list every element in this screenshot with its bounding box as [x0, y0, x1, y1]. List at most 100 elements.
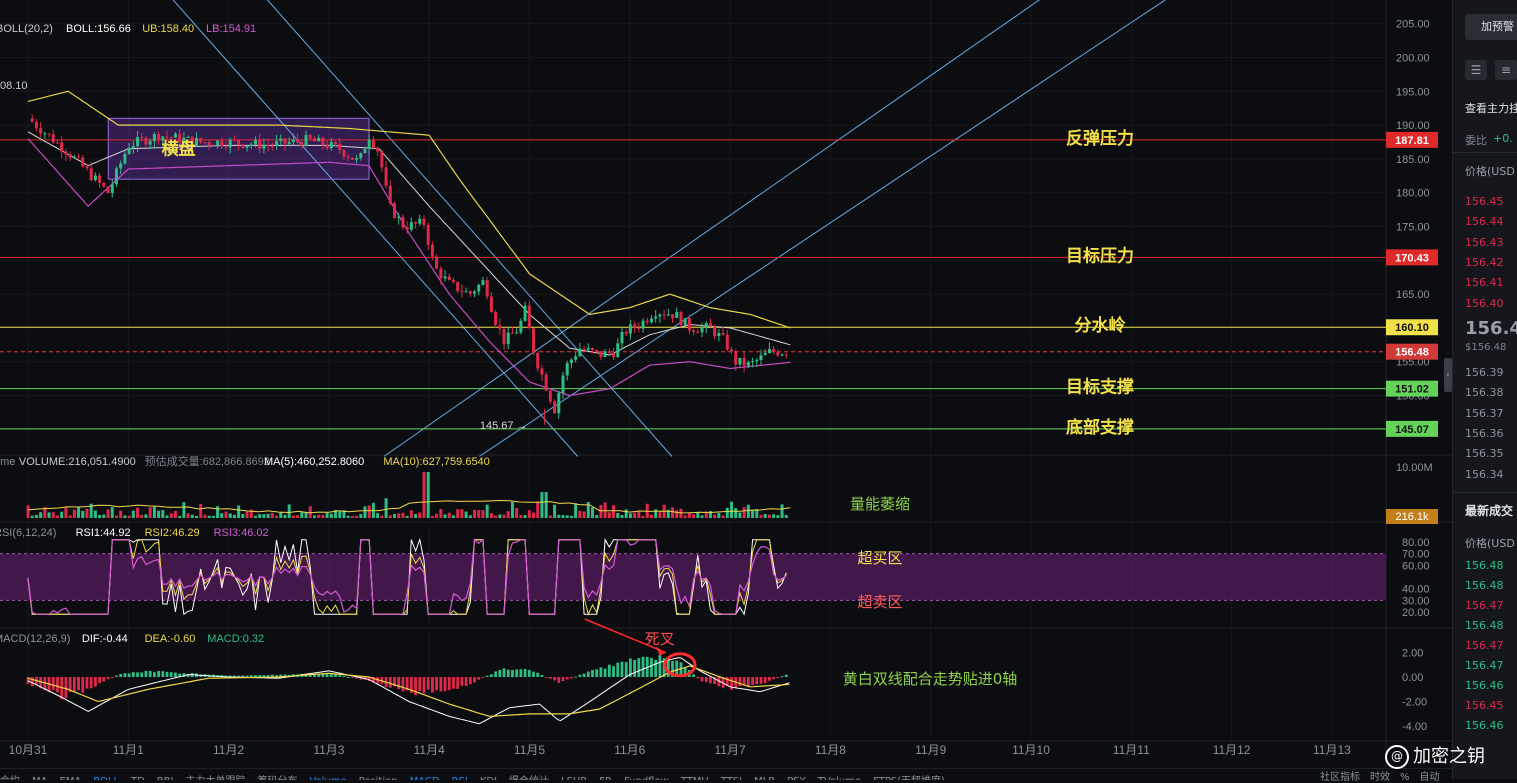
price-tick-label: 165.00	[1396, 289, 1430, 301]
candle-body	[216, 140, 220, 146]
candle-body	[338, 144, 342, 151]
orderbook-both-icon[interactable]: ☰	[1465, 60, 1487, 80]
volume-bar	[232, 514, 236, 518]
volume-bar	[700, 515, 704, 518]
indicator-toggle[interactable]: 筹码分布	[257, 776, 297, 780]
trade-price-row: 156.48	[1465, 579, 1504, 592]
bid-price-row[interactable]: 156.34	[1465, 468, 1504, 481]
indicator-toggle[interactable]: BOLL	[93, 776, 119, 780]
volume-bar	[641, 515, 645, 518]
volume-bar	[582, 511, 586, 518]
volume-bar	[270, 512, 274, 518]
toolbar-option[interactable]: 时效	[1370, 772, 1390, 783]
panel-collapse-handle[interactable]: ‹	[1444, 358, 1452, 392]
candle-body	[283, 138, 287, 144]
macd-histogram-bar	[350, 677, 354, 678]
candle-body	[296, 139, 300, 143]
volume-bar	[51, 512, 55, 518]
candle-body	[666, 314, 670, 316]
volume-bar	[161, 510, 165, 518]
bid-price-row[interactable]: 156.35	[1465, 447, 1504, 460]
ask-price-row[interactable]: 156.44	[1465, 215, 1504, 228]
indicator-toggle[interactable]: Volume	[309, 776, 346, 780]
rsi-tick-label: 60.00	[1402, 560, 1430, 572]
toolbar-option[interactable]: %	[1400, 772, 1410, 783]
volume-bar	[266, 513, 270, 518]
macd-histogram-bar	[426, 677, 430, 690]
volume-bar	[241, 513, 245, 518]
volume-bar	[388, 515, 392, 518]
candle-body	[422, 218, 426, 225]
indicator-toggle[interactable]: TD	[131, 776, 145, 780]
macd-histogram-bar	[443, 677, 447, 692]
trade-price-row: 156.47	[1465, 659, 1504, 672]
toolbar-option[interactable]: 社区指标	[1320, 772, 1360, 783]
indicator-toggle[interactable]: Fundflow	[624, 776, 669, 780]
volume-bar	[93, 510, 97, 518]
volume-bar	[245, 511, 249, 518]
ask-price-row[interactable]: 156.42	[1465, 256, 1504, 269]
volume-header-item: ume	[0, 456, 15, 468]
indicator-toggle[interactable]: Position	[359, 776, 398, 780]
volume-bar	[544, 492, 548, 518]
indicator-toggle[interactable]: FR	[599, 776, 612, 780]
indicator-toggle[interactable]: EMA	[59, 776, 81, 780]
candle-body	[39, 128, 43, 134]
orderbook-list-icon[interactable]: ≡	[1495, 60, 1517, 80]
volume-bar	[519, 515, 523, 518]
bid-price-row[interactable]: 156.37	[1465, 407, 1504, 420]
date-tick-label: 11月12	[1213, 743, 1251, 757]
toolbar-option[interactable]: 自动	[1420, 772, 1440, 783]
indicator-toggle[interactable]: MACD	[410, 776, 440, 780]
indicator-toggle[interactable]: 合约	[0, 776, 20, 780]
bid-price-row[interactable]: 156.38	[1465, 386, 1504, 399]
candle-body	[772, 349, 776, 352]
candle-body	[776, 351, 780, 356]
ask-price-row[interactable]: 156.41	[1465, 276, 1504, 289]
indicator-toggle[interactable]: TTSI	[721, 776, 742, 780]
candle-body	[755, 359, 759, 362]
rsi-oversold-note: 超卖区	[857, 593, 902, 611]
macd-histogram-bar	[110, 677, 114, 678]
indicator-toggle[interactable]: KDJ	[480, 776, 497, 780]
candle-body	[607, 351, 611, 353]
candle-body	[418, 218, 422, 224]
volume-bar	[498, 514, 502, 518]
volume-bar	[409, 510, 413, 518]
volume-bar	[502, 514, 506, 518]
indicator-toggle[interactable]: RSI	[452, 776, 468, 780]
macd-annotation: 黄白双线配合走势贴进0轴	[843, 670, 1018, 688]
indicator-toggle[interactable]: FTPS(天秤维度)	[873, 776, 945, 780]
volume-bar	[477, 510, 481, 518]
volume-bar	[473, 509, 477, 518]
candle-body	[481, 280, 485, 285]
bid-price-row[interactable]: 156.39	[1465, 366, 1504, 379]
volume-bar	[64, 507, 68, 518]
indicator-toggle[interactable]: TTMU	[681, 776, 709, 780]
indicator-toggle[interactable]: MA	[32, 776, 47, 780]
volume-bar	[713, 514, 717, 518]
indicator-toggle[interactable]: MLR	[754, 776, 775, 780]
rsi-header-item: RSI3:46.02	[214, 527, 269, 539]
ask-price-row[interactable]: 156.45	[1465, 195, 1504, 208]
price-tick-label: 195.00	[1396, 86, 1430, 98]
ask-price-row[interactable]: 156.40	[1465, 297, 1504, 310]
bid-price-row[interactable]: 156.36	[1465, 427, 1504, 440]
candle-body	[763, 352, 767, 356]
macd-histogram-bar	[439, 677, 443, 692]
candle-body	[72, 156, 76, 158]
volume-bar	[565, 515, 569, 518]
candle-body	[224, 146, 228, 148]
indicator-toggle[interactable]: 爆仓统计	[509, 776, 549, 780]
volume-bar	[401, 512, 405, 518]
indicator-toggle[interactable]: TVolume	[818, 776, 861, 780]
indicator-toggle[interactable]: BBI	[157, 776, 174, 780]
indicator-toggle[interactable]: 主力大单跟踪	[185, 776, 245, 780]
indicator-toggle[interactable]: LSUR	[561, 776, 587, 780]
volume-bar	[510, 501, 514, 518]
volume-bar	[460, 509, 464, 518]
ask-price-row[interactable]: 156.43	[1465, 236, 1504, 249]
indicator-toggle[interactable]: PSY	[787, 776, 806, 780]
candle-body	[456, 281, 460, 292]
add-alert-button[interactable]: 加预警	[1465, 14, 1517, 40]
